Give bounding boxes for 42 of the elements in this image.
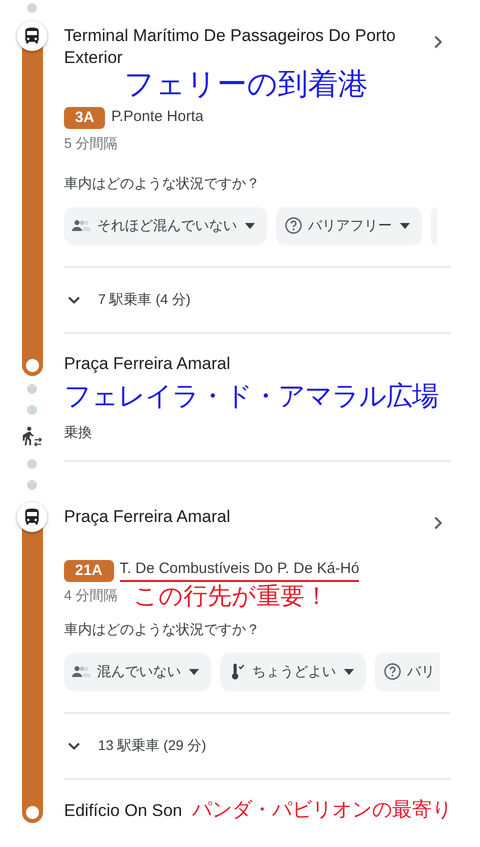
people-icon (72, 664, 92, 679)
dropdown-icon (245, 222, 255, 228)
timeline-dot (27, 458, 37, 468)
help-icon (383, 662, 402, 682)
question-text: 車内はどのような状況ですか？ (64, 174, 261, 192)
feedback-chip[interactable]: 混んでいない (64, 652, 211, 691)
timeline-dot (27, 384, 37, 394)
stops-expander[interactable]: 13 駅乗車 (29 分) (64, 714, 451, 778)
route-badge: 3A (64, 106, 106, 128)
timeline-dot (27, 404, 37, 414)
stop-name: Praça Ferreira Amaral (64, 354, 230, 374)
dropdown-icon (400, 222, 410, 228)
frequency-text: 5 分間隔 (64, 134, 118, 152)
stop-name: Terminal Marítimo De Passageiros Do Porto Exterior (64, 25, 397, 68)
question-text: 車内はどのような状況ですか？ (64, 620, 261, 639)
headsign: P.Ponte Horta (111, 108, 204, 127)
walking-transfer-icon (21, 426, 43, 448)
route-badge: 21A (64, 560, 114, 582)
timeline-dot (27, 3, 37, 13)
annotation: フェリーの到着港 (124, 69, 368, 100)
people-icon (72, 218, 92, 232)
stop-marker (26, 806, 38, 819)
feedback-chip[interactable]: バリ (375, 652, 440, 691)
frequency-text: 4 分間隔 (64, 587, 118, 606)
transfer-label: 乗換 (64, 422, 93, 442)
help-icon (284, 216, 303, 235)
stop-marker (26, 358, 38, 372)
dropdown-icon (189, 668, 199, 675)
stop-name: Edifício On Son (64, 800, 182, 821)
bus-icon (17, 21, 47, 51)
stop-name: Praça Ferreira Amaral (64, 506, 232, 528)
timeline-dot (27, 480, 37, 490)
headsign: T. De Combustíveis Do P. De Ká-Hó (120, 560, 360, 582)
stops-expander[interactable]: 7 駅乗車 (4 分) (64, 268, 451, 332)
bus-icon (17, 502, 47, 532)
annotation: この行先が重要！ (134, 584, 329, 609)
feedback-chip[interactable]: バリアフリー (276, 206, 422, 244)
feedback-chip[interactable]: ちょうどよい (220, 652, 366, 691)
feedback-chip[interactable]: それほど混んでいない (64, 206, 267, 244)
annotation: フェレイラ・ド・アマラル広場 (64, 380, 439, 412)
dropdown-icon (344, 668, 354, 675)
annotation: パンダ・パビリオンの最寄り (192, 800, 452, 821)
